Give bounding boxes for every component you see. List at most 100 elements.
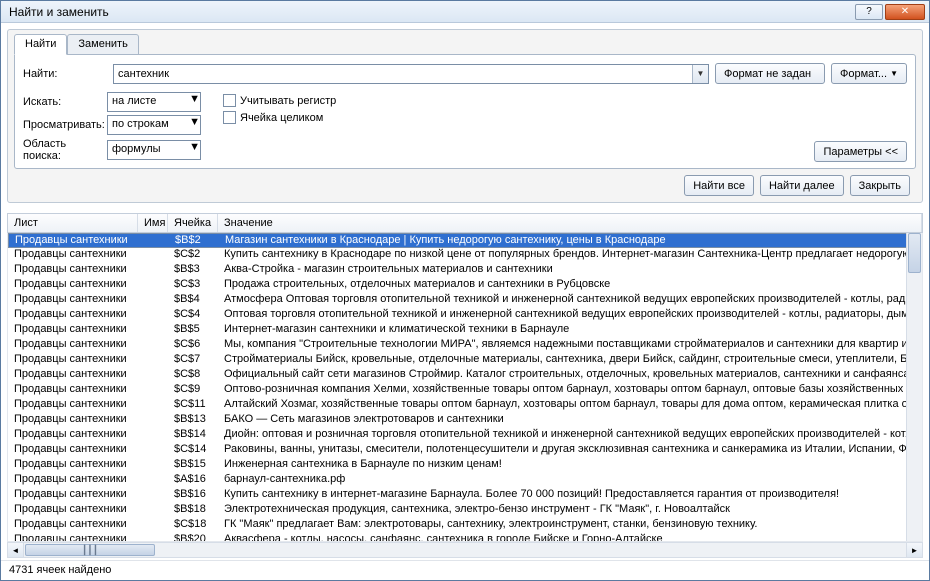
- cell-value: Инженерная сантехника в Барнауле по низк…: [218, 458, 922, 473]
- format-button[interactable]: Формат... ▼: [831, 63, 907, 84]
- cell-sheet: Продавцы сантехники: [8, 368, 138, 383]
- horizontal-scrollbar[interactable]: ◄ ┃┃┃ ►: [7, 542, 923, 558]
- cell-name: [138, 428, 168, 443]
- table-row[interactable]: Продавцы сантехники$C$2Купить сантехнику…: [8, 248, 922, 263]
- cell-name: [138, 368, 168, 383]
- table-row[interactable]: Продавцы сантехники$C$9Оптово-розничная …: [8, 383, 922, 398]
- cell-value: ГК "Маяк" предлагает Вам: электротовары,…: [218, 518, 922, 533]
- label-search-for: Найти:: [23, 68, 107, 80]
- cell-value: Купить сантехнику в Краснодаре по низкой…: [218, 248, 922, 263]
- cell-name: [138, 533, 168, 542]
- checkbox-match-case[interactable]: Учитывать регистр: [223, 94, 336, 107]
- format-status-button[interactable]: Формат не задан: [715, 63, 825, 84]
- table-row[interactable]: Продавцы сантехники$C$6Мы, компания "Стр…: [8, 338, 922, 353]
- cell-sheet: Продавцы сантехники: [8, 293, 138, 308]
- close-window-button[interactable]: ✕: [885, 4, 925, 20]
- table-row[interactable]: Продавцы сантехники$C$8Официальный сайт …: [8, 368, 922, 383]
- table-row[interactable]: Продавцы сантехники$C$14Раковины, ванны,…: [8, 443, 922, 458]
- col-name[interactable]: Имя: [138, 214, 168, 232]
- cell-sheet: Продавцы сантехники: [8, 443, 138, 458]
- table-row[interactable]: Продавцы сантехники$C$7Стройматериалы Би…: [8, 353, 922, 368]
- label-search-in: Искать:: [23, 96, 107, 108]
- cell-name: [138, 338, 168, 353]
- cell-sheet: Продавцы сантехники: [8, 248, 138, 263]
- tabs: Найти Заменить: [14, 33, 916, 54]
- cell-sheet: Продавцы сантехники: [8, 353, 138, 368]
- cell-ref: $B$5: [168, 323, 218, 338]
- table-body[interactable]: Продавцы сантехники $B$2Магазин сантехник…: [7, 233, 923, 542]
- cell-value: Мы, компания "Строительные технологии МИ…: [218, 338, 922, 353]
- table-row[interactable]: Продавцы сантехники$C$3Продажа строитель…: [8, 278, 922, 293]
- tab-replace[interactable]: Заменить: [67, 34, 138, 55]
- scroll-left-icon[interactable]: ◄: [8, 543, 24, 557]
- col-cell[interactable]: Ячейка: [168, 214, 218, 232]
- search-input-combo[interactable]: ▼: [113, 64, 709, 84]
- cell-sheet: Продавцы сантехники: [8, 428, 138, 443]
- table-row[interactable]: Продавцы сантехники$B$15Инженерная санте…: [8, 458, 922, 473]
- table-row[interactable]: Продавцы сантехники$B$2Магазин сантехник…: [8, 233, 922, 248]
- checkbox-whole-cell[interactable]: Ячейка целиком: [223, 111, 336, 124]
- search-in-select[interactable]: на листе▼: [107, 92, 201, 112]
- table-row[interactable]: Продавцы сантехники $B$5Интернет-магазин …: [8, 323, 922, 338]
- cell-ref: $B$16: [168, 488, 218, 503]
- table-row[interactable]: Продавцы сантехники$B$18Электротехническ…: [8, 503, 922, 518]
- search-dir-select[interactable]: по строкам▼: [107, 115, 201, 135]
- cell-name: [138, 263, 168, 278]
- cell-sheet: Продавцы сантехники: [8, 323, 138, 338]
- table-row[interactable]: Продавцы сантехники$B$3Аква-Стройка - ма…: [8, 263, 922, 278]
- cell-ref: $C$18: [168, 518, 218, 533]
- col-value[interactable]: Значение: [218, 214, 922, 232]
- cell-name: [139, 234, 169, 247]
- chevron-down-icon[interactable]: ▼: [189, 141, 200, 159]
- scroll-thumb[interactable]: ┃┃┃: [25, 544, 155, 556]
- cell-ref: $B$14: [168, 428, 218, 443]
- tab-find[interactable]: Найти: [14, 34, 67, 55]
- find-all-button[interactable]: Найти все: [684, 175, 754, 196]
- cell-ref: $B$4: [168, 293, 218, 308]
- cell-ref: $C$8: [168, 368, 218, 383]
- cell-sheet: Продавцы сантехники: [8, 308, 138, 323]
- cell-sheet: Продавцы сантехники: [8, 473, 138, 488]
- cell-ref: $B$13: [168, 413, 218, 428]
- close-button[interactable]: Закрыть: [850, 175, 910, 196]
- chevron-down-icon[interactable]: ▼: [189, 93, 200, 111]
- search-scope-select[interactable]: формулы▼: [107, 140, 201, 160]
- cell-sheet: Продавцы сантехники: [8, 413, 138, 428]
- scroll-thumb[interactable]: [908, 233, 921, 273]
- table-row[interactable]: Продавцы сантехники $C$18ГК "Маяк" предла…: [8, 518, 922, 533]
- chevron-down-icon[interactable]: ▼: [692, 65, 708, 83]
- search-input[interactable]: [114, 65, 692, 83]
- window-title: Найти и заменить: [5, 5, 853, 19]
- cell-value: барнаул-сантехника.рф: [218, 473, 922, 488]
- table-row[interactable]: Продавцы сантехники$C$4Оптовая торговля …: [8, 308, 922, 323]
- cell-name: [138, 473, 168, 488]
- cell-value: Аквасфера - котлы, насосы, санфаянс, сан…: [218, 533, 922, 542]
- cell-sheet: Продавцы сантехники: [8, 518, 138, 533]
- table-row[interactable]: Продавцы сантехники$B$16Купить сантехник…: [8, 488, 922, 503]
- options-button[interactable]: Параметры <<: [814, 141, 907, 162]
- table-row[interactable]: Продавцы сантехники$B$13БАКО — Сеть мага…: [8, 413, 922, 428]
- table-row[interactable]: Продавцы сантехники$A$16барнаул-сантехни…: [8, 473, 922, 488]
- cell-value: Интернет-магазин сантехники и климатичес…: [218, 323, 922, 338]
- cell-value: Магазин сантехники в Краснодаре | Купить…: [219, 234, 921, 247]
- cell-sheet: Продавцы сантехники: [8, 398, 138, 413]
- help-button[interactable]: ?: [855, 4, 883, 20]
- cell-name: [138, 443, 168, 458]
- label-search-dir: Просматривать:: [23, 119, 107, 131]
- cell-ref: $B$3: [168, 263, 218, 278]
- find-next-button[interactable]: Найти далее: [760, 175, 844, 196]
- search-panel: Найти Заменить Найти: ▼ Формат не задан …: [7, 29, 923, 203]
- table-row[interactable]: Продавцы сантехники$C$11Алтайский Хозмаг…: [8, 398, 922, 413]
- table-row[interactable]: Продавцы сантехники$B$4Атмосфера Оптовая…: [8, 293, 922, 308]
- table-row[interactable]: Продавцы сантехники$B$14Диойн: оптовая и…: [8, 428, 922, 443]
- chevron-down-icon[interactable]: ▼: [189, 116, 200, 134]
- table-row[interactable]: Продавцы сантехники$B$20Аквасфера - котл…: [8, 533, 922, 542]
- cell-ref: $B$2: [169, 234, 219, 247]
- vertical-scrollbar[interactable]: [906, 233, 922, 541]
- cell-name: [138, 413, 168, 428]
- cell-name: [138, 353, 168, 368]
- col-sheet[interactable]: Лист: [8, 214, 138, 232]
- scroll-right-icon[interactable]: ►: [906, 543, 922, 557]
- cell-name: [138, 458, 168, 473]
- status-bar: 4731 ячеек найдено: [1, 560, 929, 580]
